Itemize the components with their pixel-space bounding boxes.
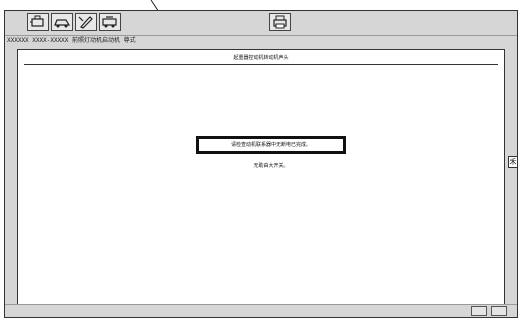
side-button[interactable]: 禾 [508, 156, 518, 168]
printer-icon [273, 15, 287, 29]
bottom-bar [5, 304, 517, 317]
printer-button[interactable] [269, 13, 291, 31]
highlighted-message: 请检查动机联系器中无断电已完成。 [196, 136, 346, 154]
vehicle-icon [102, 16, 117, 28]
engine-icon [30, 15, 44, 27]
diagnostic-window: XXXXXX XXXX-XXXXX 前照灯动机启动机 尊式 起重器控动机转动机声… [4, 10, 518, 318]
content-panel: 起重器控动机转动机声头 请检查动机联系器中无断电已完成。 无助由大开关。 [17, 49, 505, 307]
tool-icon [78, 16, 93, 29]
bottom-button-1[interactable] [471, 306, 487, 316]
title-divider [24, 64, 498, 65]
engine-button[interactable] [27, 13, 49, 31]
page-title: 起重器控动机转动机声头 [233, 55, 289, 61]
car-icon [54, 19, 71, 28]
tool-button[interactable] [75, 13, 97, 31]
sub-message: 无助由大开关。 [253, 163, 289, 169]
bottom-button-2[interactable] [491, 306, 507, 316]
vehicle-button[interactable] [99, 13, 121, 31]
toolbar [5, 11, 517, 36]
status-line: XXXXXX XXXX-XXXXX 前照灯动机启动机 尊式 [7, 37, 136, 44]
car-button[interactable] [51, 13, 73, 31]
